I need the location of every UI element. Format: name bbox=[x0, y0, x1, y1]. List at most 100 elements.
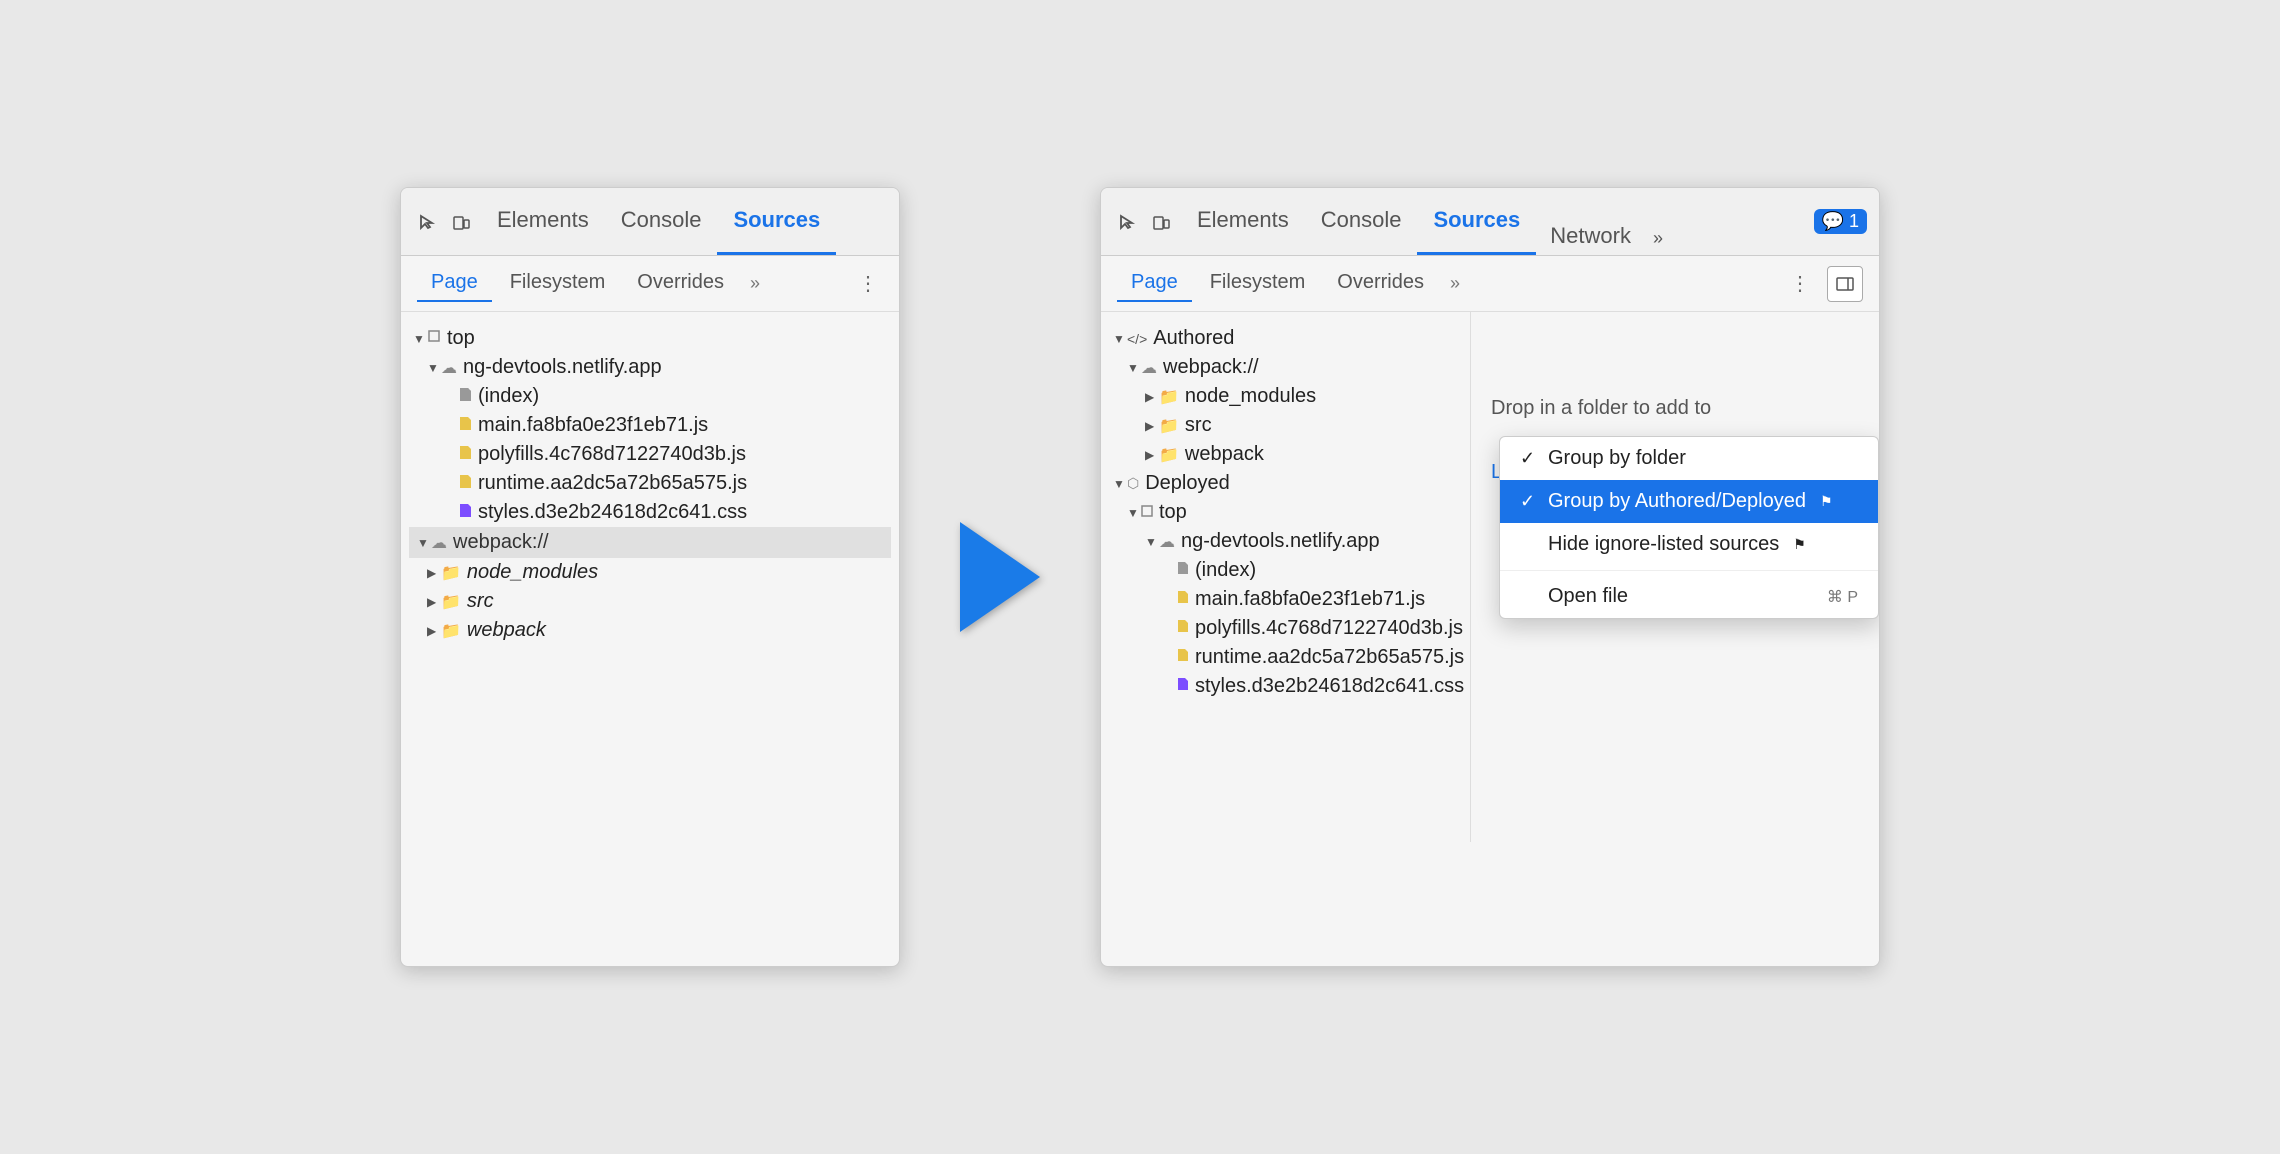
tree-label-ngdevtools-right: ng-devtools.netlify.app bbox=[1181, 530, 1380, 553]
tree-label-main-right: main.fa8bfa0e23f1eb71.js bbox=[1195, 588, 1425, 611]
tree-arrow-src bbox=[427, 595, 441, 609]
right-sub-tab-page[interactable]: Page bbox=[1117, 265, 1192, 302]
sub-tab-more[interactable]: » bbox=[742, 269, 768, 298]
tab-console[interactable]: Console bbox=[605, 188, 718, 255]
tree-label-webpack-authored: webpack:// bbox=[1163, 356, 1259, 379]
tree-item-runtime-right[interactable]: runtime.aa2dc5a72b65a575.js bbox=[1109, 643, 1462, 672]
tree-arrow-top bbox=[413, 332, 427, 346]
tree-item-src-right[interactable]: 📁 src bbox=[1109, 411, 1462, 440]
tree-arrow-authored bbox=[1113, 332, 1127, 346]
left-file-tree: top ☁ ng-devtools.netlify.app (index) ma… bbox=[401, 312, 899, 966]
tree-item-main[interactable]: main.fa8bfa0e23f1eb71.js bbox=[409, 411, 891, 440]
dropdown-hide-ignore[interactable]: Hide ignore-listed sources ⚑ bbox=[1500, 523, 1878, 566]
sub-tab-filesystem[interactable]: Filesystem bbox=[496, 265, 620, 302]
tree-item-webpack-right[interactable]: 📁 webpack bbox=[1109, 440, 1462, 469]
tree-label-top-right: top bbox=[1159, 501, 1187, 524]
left-toolbar: Elements Console Sources bbox=[401, 188, 899, 256]
right-sub-tab-more[interactable]: » bbox=[1442, 269, 1468, 298]
tree-label-src-right: src bbox=[1185, 414, 1212, 437]
tree-item-styles[interactable]: styles.d3e2b24618d2c641.css bbox=[409, 498, 891, 527]
right-sub-tab-filesystem[interactable]: Filesystem bbox=[1196, 265, 1320, 302]
more-options-button[interactable]: ⋮ bbox=[853, 269, 883, 299]
tree-item-index[interactable]: (index) bbox=[409, 382, 891, 411]
toggle-sidebar-button[interactable] bbox=[1827, 266, 1863, 302]
tree-item-deployed[interactable]: ⬡ Deployed bbox=[1109, 469, 1462, 498]
right-tab-sources[interactable]: Sources bbox=[1417, 188, 1536, 255]
tree-label-top: top bbox=[447, 327, 475, 350]
right-tab-console[interactable]: Console bbox=[1305, 188, 1418, 255]
tree-item-src[interactable]: 📁 src bbox=[409, 587, 891, 616]
tree-label-webpack-right: webpack bbox=[1185, 443, 1264, 466]
cube-icon-deployed: ⬡ bbox=[1127, 475, 1139, 492]
tree-item-top[interactable]: top bbox=[409, 324, 891, 353]
tree-label-authored: Authored bbox=[1153, 327, 1234, 350]
tree-label-polyfills-right: polyfills.4c768d7122740d3b.js bbox=[1195, 617, 1463, 640]
right-sub-tab-overrides[interactable]: Overrides bbox=[1323, 265, 1438, 302]
blue-arrow-icon bbox=[960, 522, 1040, 632]
tree-label-node-modules-right: node_modules bbox=[1185, 385, 1316, 408]
tab-elements[interactable]: Elements bbox=[481, 188, 605, 255]
tab-sources[interactable]: Sources bbox=[717, 188, 836, 255]
tree-item-webpack-folder[interactable]: 📁 webpack bbox=[409, 616, 891, 645]
tree-arrow-deployed bbox=[1113, 477, 1127, 491]
file-icon-html-right bbox=[1177, 561, 1189, 580]
tree-arrow-node-modules-right bbox=[1145, 390, 1159, 404]
tree-item-ngdevtools-right[interactable]: ☁ ng-devtools.netlify.app bbox=[1109, 527, 1462, 556]
tree-arrow-top-right bbox=[1127, 506, 1141, 520]
folder-icon-src: 📁 bbox=[441, 592, 461, 612]
right-inspect-icon[interactable] bbox=[1113, 208, 1141, 236]
warning-icon-authored: ⚑ bbox=[1820, 493, 1833, 510]
tree-item-ngdevtools[interactable]: ☁ ng-devtools.netlify.app bbox=[409, 353, 891, 382]
tree-section-webpack[interactable]: ☁ webpack:// bbox=[409, 527, 891, 558]
left-sub-toolbar: Page Filesystem Overrides » ⋮ bbox=[401, 256, 899, 312]
file-icon-css-right bbox=[1177, 677, 1189, 696]
tree-item-top-right[interactable]: top bbox=[1109, 498, 1462, 527]
tree-item-webpack-authored[interactable]: ☁ webpack:// bbox=[1109, 353, 1462, 382]
tree-label-runtime: runtime.aa2dc5a72b65a575.js bbox=[478, 472, 747, 495]
check-icon-group-authored: ✓ bbox=[1520, 491, 1540, 512]
folder-icon-src-right: 📁 bbox=[1159, 416, 1179, 436]
tree-arrow-src-right bbox=[1145, 419, 1159, 433]
dropdown-group-by-authored[interactable]: ✓ Group by Authored/Deployed ⚑ bbox=[1500, 480, 1878, 523]
right-tab-elements[interactable]: Elements bbox=[1181, 188, 1305, 255]
dropdown-open-file[interactable]: Open file ⌘ P bbox=[1500, 575, 1878, 618]
context-menu: ✓ Group by folder ✓ Group by Authored/De… bbox=[1499, 436, 1879, 619]
inspect-icon[interactable] bbox=[413, 208, 441, 236]
tree-label-src: src bbox=[467, 590, 494, 613]
tree-arrow-webpack-section bbox=[417, 536, 431, 550]
shortcut-open-file: ⌘ P bbox=[1827, 587, 1858, 607]
file-icon-html bbox=[459, 387, 472, 407]
right-sub-toolbar: Page Filesystem Overrides » ⋮ bbox=[1101, 256, 1879, 312]
right-tab-network[interactable]: Network bbox=[1536, 217, 1645, 255]
left-tab-bar: Elements Console Sources bbox=[481, 188, 887, 255]
transition-arrow bbox=[960, 522, 1040, 632]
file-icon-js2 bbox=[459, 445, 472, 465]
tree-item-authored[interactable]: </> Authored bbox=[1109, 324, 1462, 353]
right-tab-more[interactable]: » bbox=[1645, 222, 1671, 255]
chat-badge[interactable]: 💬 1 bbox=[1814, 209, 1867, 234]
device-icon[interactable] bbox=[447, 208, 475, 236]
sub-tab-page[interactable]: Page bbox=[417, 265, 492, 302]
sub-tab-overrides[interactable]: Overrides bbox=[623, 265, 738, 302]
right-file-tree: </> Authored ☁ webpack:// 📁 node_modules… bbox=[1101, 312, 1471, 842]
file-icon-js-r3 bbox=[1177, 648, 1189, 667]
tree-item-index-right[interactable]: (index) bbox=[1109, 556, 1462, 585]
right-device-icon[interactable] bbox=[1147, 208, 1175, 236]
tree-arrow-node-modules bbox=[427, 566, 441, 580]
square-icon-right bbox=[1141, 504, 1153, 522]
dropdown-label-group-folder: Group by folder bbox=[1548, 447, 1686, 470]
tree-item-runtime[interactable]: runtime.aa2dc5a72b65a575.js bbox=[409, 469, 891, 498]
tree-item-polyfills-right[interactable]: polyfills.4c768d7122740d3b.js bbox=[1109, 614, 1462, 643]
dropdown-group-by-folder[interactable]: ✓ Group by folder bbox=[1500, 437, 1878, 480]
tree-item-main-right[interactable]: main.fa8bfa0e23f1eb71.js bbox=[1109, 585, 1462, 614]
tree-item-polyfills[interactable]: polyfills.4c768d7122740d3b.js bbox=[409, 440, 891, 469]
folder-icon-webpack-right: 📁 bbox=[1159, 445, 1179, 465]
tree-item-styles-right[interactable]: styles.d3e2b24618d2c641.css bbox=[1109, 672, 1462, 701]
tree-item-node-modules-right[interactable]: 📁 node_modules bbox=[1109, 382, 1462, 411]
tree-label-index: (index) bbox=[478, 385, 539, 408]
file-icon-js3 bbox=[459, 474, 472, 494]
folder-icon-node-modules-right: 📁 bbox=[1159, 387, 1179, 407]
tree-item-node-modules[interactable]: 📁 node_modules bbox=[409, 558, 891, 587]
right-more-options-button[interactable]: ⋮ bbox=[1785, 269, 1815, 299]
file-icon-css1 bbox=[459, 503, 472, 523]
